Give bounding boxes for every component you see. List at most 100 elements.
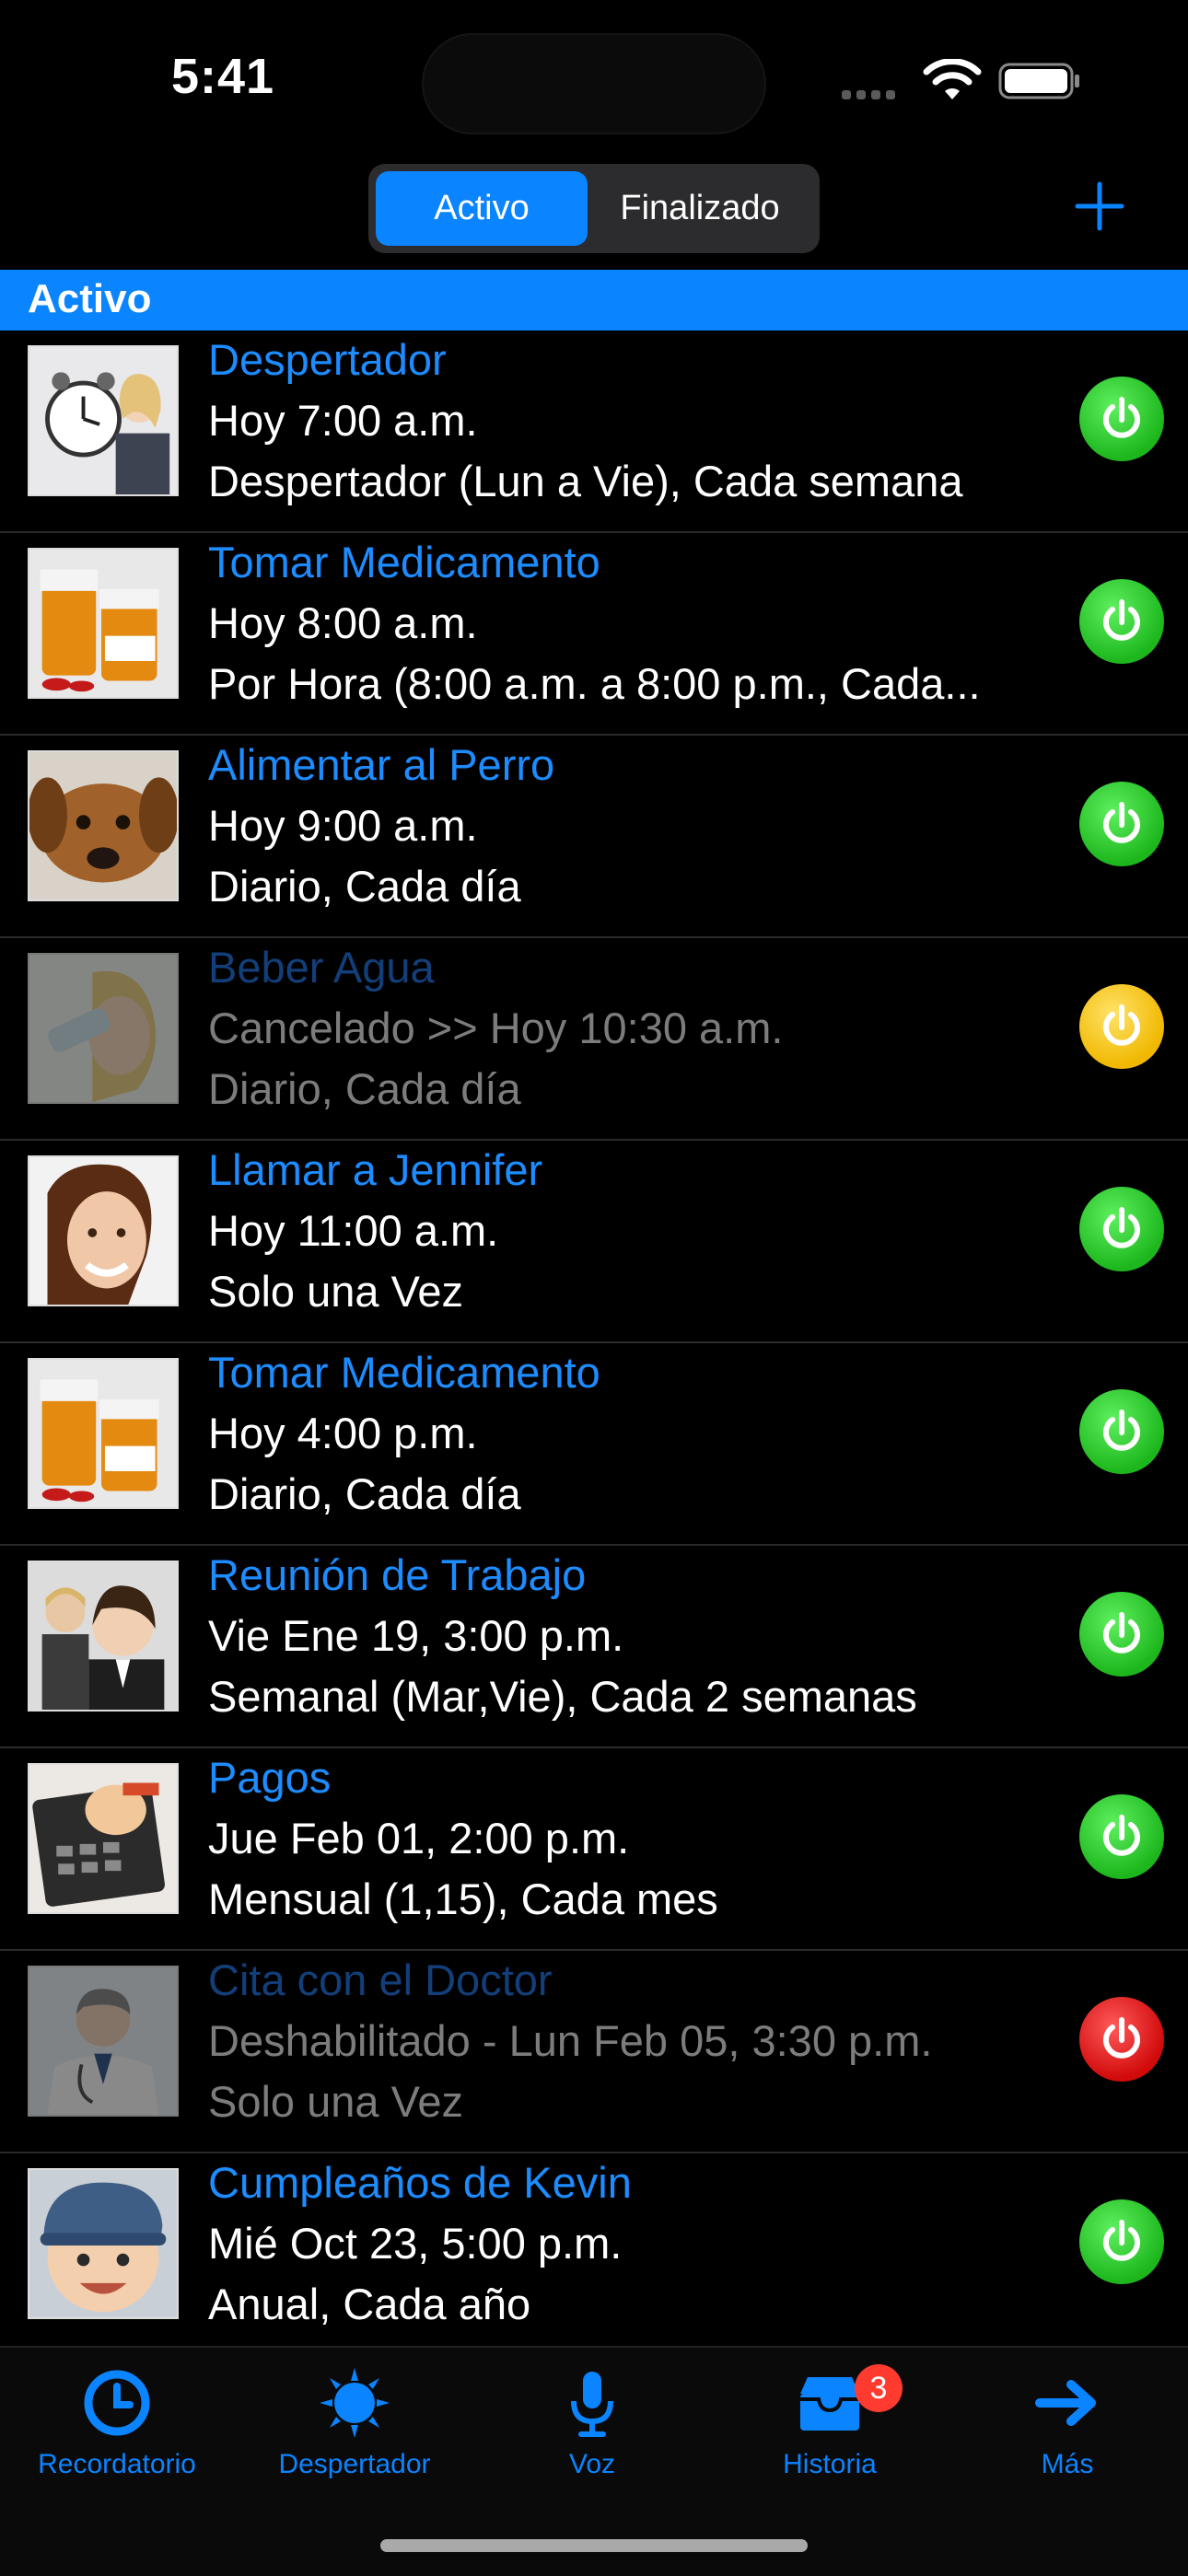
reminder-row[interactable]: Cumpleaños de Kevin Mié Oct 23, 5:00 p.m…: [0, 2153, 1188, 2356]
reminder-time: Hoy 9:00 a.m.: [208, 801, 478, 850]
reminder-row[interactable]: Despertador Hoy 7:00 a.m. Despertador (L…: [0, 331, 1188, 533]
inbox-icon: [800, 2377, 859, 2431]
tab-reminders[interactable]: Recordatorio: [2, 2366, 232, 2480]
status-segmented-control: Activo Finalizado: [368, 164, 820, 253]
power-icon: [1103, 1004, 1140, 1046]
reminder-time: Vie Ene 19, 3:00 p.m.: [208, 1611, 624, 1660]
tab-label: Despertador: [278, 2449, 431, 2479]
tab-label: Recordatorio: [38, 2449, 196, 2479]
reminder-time: Hoy 11:00 a.m.: [208, 1206, 499, 1255]
reminder-title: Cita con el Doctor: [208, 1955, 553, 2004]
tab-voice[interactable]: Voz: [477, 2366, 707, 2480]
tab-history[interactable]: 3 Historia: [715, 2364, 945, 2480]
reminder-row[interactable]: Pagos Jue Feb 01, 2:00 p.m. Mensual (1,1…: [0, 1748, 1188, 1951]
reminder-time: Hoy 4:00 p.m.: [208, 1409, 478, 1457]
reminder-thumbnail: [28, 1358, 179, 1509]
power-icon: [1103, 802, 1140, 843]
power-toggle-button[interactable]: [1079, 1794, 1164, 1879]
power-toggle-button[interactable]: [1079, 1389, 1164, 1474]
power-toggle-button[interactable]: [1079, 579, 1164, 664]
power-icon: [1103, 1410, 1140, 1451]
reminder-thumbnail: [28, 548, 179, 699]
reminder-title: Tomar Medicamento: [208, 1348, 600, 1397]
reminder-time: Cancelado >> Hoy 10:30 a.m.: [208, 1004, 784, 1052]
reminder-row[interactable]: Tomar Medicamento Hoy 4:00 p.m. Diario, …: [0, 1343, 1188, 1546]
power-toggle-button[interactable]: [1079, 1592, 1164, 1677]
reminder-row[interactable]: Beber Agua Cancelado >> Hoy 10:30 a.m. D…: [0, 938, 1188, 1141]
reminder-title: Cumpleaños de Kevin: [208, 2158, 632, 2207]
reminder-thumbnail: [28, 750, 179, 901]
reminder-title: Tomar Medicamento: [208, 538, 600, 586]
reminder-repeat: Diario, Cada día: [208, 1469, 521, 1518]
reminder-title: Pagos: [208, 1753, 332, 1802]
power-icon: [1103, 599, 1140, 641]
power-icon: [1103, 1612, 1140, 1654]
arrow-right-icon: [1035, 2380, 1096, 2426]
power-toggle-button[interactable]: [1079, 984, 1164, 1069]
reminder-time: Hoy 8:00 a.m.: [208, 598, 478, 647]
power-toggle-button[interactable]: [1079, 782, 1164, 866]
reminder-thumbnail: [28, 1763, 179, 1914]
status-time: 5:41: [171, 49, 275, 104]
sun-icon: [320, 2368, 390, 2438]
reminder-repeat: Diario, Cada día: [208, 1064, 521, 1113]
reminder-repeat: Mensual (1,15), Cada mes: [208, 1874, 718, 1923]
reminder-time: Mié Oct 23, 5:00 p.m.: [208, 2219, 623, 2268]
add-reminder-button[interactable]: [1074, 180, 1125, 232]
reminder-repeat: Diario, Cada día: [208, 862, 521, 911]
wifi-icon: [923, 59, 982, 99]
reminder-title: Alimentar al Perro: [208, 740, 555, 789]
tab-label: Voz: [568, 2449, 616, 2479]
reminder-title: Beber Agua: [208, 943, 435, 992]
power-toggle-button[interactable]: [1079, 377, 1164, 461]
reminder-thumbnail: [28, 2168, 179, 2319]
power-icon: [1103, 1815, 1140, 1856]
power-icon: [1103, 397, 1140, 438]
dynamic-island: [422, 33, 766, 134]
reminder-thumbnail: [28, 1155, 179, 1306]
reminder-time: Jue Feb 01, 2:00 p.m.: [208, 1814, 630, 1862]
segment-active[interactable]: Activo: [376, 171, 588, 246]
home-indicator: [380, 2539, 808, 2552]
reminder-thumbnail: [28, 345, 179, 496]
tab-alarm[interactable]: Despertador: [239, 2366, 470, 2480]
reminder-title: Despertador: [208, 335, 447, 384]
reminder-repeat: Semanal (Mar,Vie), Cada 2 semanas: [208, 1672, 917, 1721]
history-badge: 3: [855, 2364, 903, 2412]
power-icon: [1103, 2220, 1140, 2261]
cellular-signal-icon: [842, 87, 901, 104]
reminder-row[interactable]: Reunión de Trabajo Vie Ene 19, 3:00 p.m.…: [0, 1546, 1188, 1748]
segment-finished[interactable]: Finalizado: [588, 171, 812, 246]
power-toggle-button[interactable]: [1079, 1187, 1164, 1271]
section-title: Activo: [28, 276, 152, 321]
power-toggle-button[interactable]: [1079, 1997, 1164, 2082]
power-icon: [1103, 1207, 1140, 1248]
reminder-repeat: Despertador (Lun a Vie), Cada semana: [208, 457, 963, 505]
tab-label: Más: [1041, 2449, 1094, 2479]
tab-label: Historia: [783, 2449, 877, 2479]
power-toggle-button[interactable]: [1079, 2199, 1164, 2284]
reminder-row[interactable]: Tomar Medicamento Hoy 8:00 a.m. Por Hora…: [0, 533, 1188, 736]
reminder-row[interactable]: Llamar a Jennifer Hoy 11:00 a.m. Solo un…: [0, 1141, 1188, 1343]
reminder-time: Deshabilitado - Lun Feb 05, 3:30 p.m.: [208, 2016, 933, 2065]
reminder-thumbnail: [28, 1966, 179, 2117]
reminder-repeat: Por Hora (8:00 a.m. a 8:00 p.m., Cada...: [208, 659, 981, 708]
power-icon: [1103, 2017, 1140, 2059]
reminder-thumbnail: [28, 1561, 179, 1712]
clock-icon: [84, 2370, 150, 2436]
reminder-repeat: Solo una Vez: [208, 1267, 463, 1316]
reminder-repeat: Anual, Cada año: [208, 2280, 531, 2328]
reminder-title: Llamar a Jennifer: [208, 1145, 543, 1194]
status-bar: 5:41: [0, 0, 1188, 157]
reminder-list: Despertador Hoy 7:00 a.m. Despertador (L…: [0, 331, 1188, 2356]
section-header: Activo: [0, 270, 1188, 331]
reminder-thumbnail: [28, 953, 179, 1104]
reminder-time: Hoy 7:00 a.m.: [208, 396, 478, 445]
microphone-icon: [571, 2372, 613, 2437]
reminder-row[interactable]: Cita con el Doctor Deshabilitado - Lun F…: [0, 1951, 1188, 2153]
reminder-title: Reunión de Trabajo: [208, 1550, 587, 1599]
battery-icon: [998, 63, 1079, 99]
reminder-repeat: Solo una Vez: [208, 2077, 463, 2126]
tab-more[interactable]: Más: [952, 2366, 1182, 2480]
reminder-row[interactable]: Alimentar al Perro Hoy 9:00 a.m. Diario,…: [0, 736, 1188, 938]
